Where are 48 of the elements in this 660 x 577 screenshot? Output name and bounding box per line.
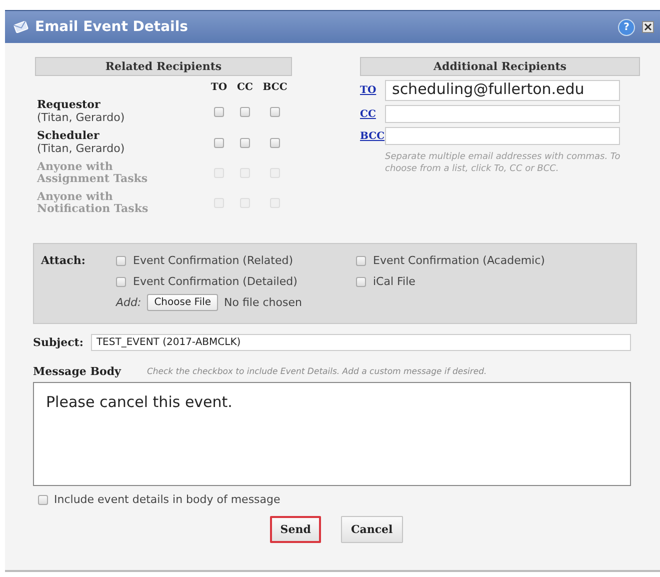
checkbox[interactable] [38,494,48,504]
section-header: Additional Recipients [360,57,640,76]
checkbox[interactable] [240,138,250,148]
hint-text: Separate multiple email addresses with commas. To choose from a list, click To, CC or BCC. [385,151,622,175]
checkbox-label: Include event details in body of message [54,493,280,506]
checkbox[interactable] [214,138,224,148]
attach-label: Attach: [41,254,86,267]
add-label: Add: [116,296,142,309]
email-field[interactable] [385,105,620,123]
recipient-role: Anyone with Notification Tasks [37,191,150,215]
recipient-name: (Titan, Gerardo) [37,142,126,155]
checkbox-label: Event Confirmation (Detailed) [133,275,298,288]
checkbox[interactable] [356,256,366,266]
checkbox[interactable] [240,106,250,116]
file-status: No file chosen [224,296,302,309]
recipient-role: Requestor [37,99,102,111]
column-header: BCC [262,82,288,93]
recipient-name: (Titan, Gerardo) [37,111,126,124]
recipient-link[interactable]: BCC [360,130,385,142]
section-header: Related Recipients [35,57,292,76]
checkbox-label: Event Confirmation (Academic) [373,254,545,267]
recipient-role: Scheduler [37,130,100,142]
email-field[interactable] [385,127,620,145]
checkbox[interactable] [270,106,280,116]
checkbox[interactable] [356,276,366,286]
hint-text: Check the checkbox to include Event Details. Add a custom message if desired. [146,366,487,376]
message-textarea[interactable]: Please cancel this event. [33,382,631,486]
recipient-role: Anyone with Assignment Tasks [37,161,149,185]
checkbox-label: iCal File [373,275,416,288]
column-header: CC [236,82,254,93]
close-icon[interactable] [642,21,654,33]
choose-file-button[interactable]: Choose File [147,294,218,311]
window-title: Email Event Details [35,19,189,35]
subject-field[interactable]: TEST_EVENT (2017-ABMCLK) [91,334,631,351]
checkbox[interactable] [214,106,224,116]
envelope-icon [13,21,29,33]
message-body-label: Message Body [33,365,121,378]
checkbox[interactable] [270,138,280,148]
recipient-link[interactable]: CC [360,108,385,120]
checkbox[interactable] [116,276,126,286]
subject-label: Subject: [33,336,84,349]
checkbox-label: Event Confirmation (Related) [133,254,294,267]
checkbox[interactable] [116,256,126,266]
cancel-button[interactable]: Cancel [340,516,403,543]
email-field[interactable]: scheduling@fullerton.edu [385,80,620,101]
send-button[interactable]: Send [270,516,321,543]
recipient-link[interactable]: TO [360,85,385,96]
column-header: TO [210,82,228,93]
